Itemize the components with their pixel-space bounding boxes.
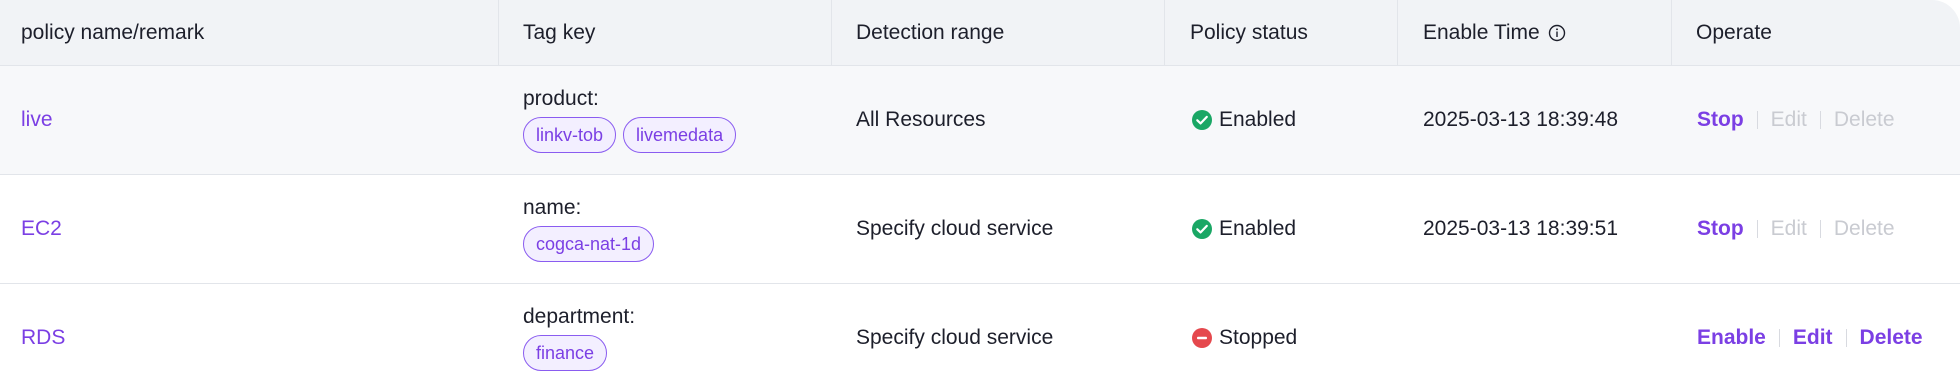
detection-range-cell: Specify cloud service	[856, 217, 1054, 240]
policy-status-cell: Stopped	[1191, 284, 1297, 392]
enable-time-cell: 2025-03-13 18:39:48	[1423, 108, 1618, 131]
operation-links: Stop Edit Delete	[1697, 108, 1895, 132]
header-enable-time: Enable Time	[1423, 0, 1566, 66]
header-policy-name: policy name/remark	[21, 21, 205, 44]
info-icon[interactable]	[1548, 24, 1566, 42]
detection-range-cell: Specify cloud service	[856, 326, 1054, 349]
header-operate: Operate	[1696, 21, 1772, 44]
table-row: RDS department: finance Specify cloud se…	[0, 284, 1960, 392]
tag-chip[interactable]: finance	[523, 335, 608, 371]
status-badge: Enabled	[1191, 217, 1296, 241]
header-detection-range: Detection range	[856, 21, 1005, 44]
op-divider	[1756, 220, 1758, 238]
operate-cell: Stop Edit Delete	[1697, 66, 1895, 174]
header-tag-key: Tag key	[523, 21, 596, 44]
header-divider	[1164, 0, 1165, 66]
policy-name-link[interactable]: RDS	[21, 326, 65, 350]
policy-table: policy name/remark Tag key Detection ran…	[0, 0, 1960, 392]
table-header: policy name/remark Tag key Detection ran…	[0, 0, 1960, 66]
policy-name-link[interactable]: EC2	[21, 217, 62, 241]
op-divider	[1756, 111, 1758, 129]
header-divider	[1671, 0, 1672, 66]
operate-cell: Stop Edit Delete	[1697, 175, 1895, 283]
status-badge: Stopped	[1191, 326, 1297, 350]
status-badge: Enabled	[1191, 108, 1296, 132]
detection-range-cell: All Resources	[856, 108, 986, 131]
op-divider	[1778, 329, 1780, 347]
edit-button[interactable]: Edit	[1771, 217, 1807, 241]
policy-status-cell: Enabled	[1191, 175, 1296, 283]
tag-chip[interactable]: livemedata	[623, 117, 737, 153]
check-circle-icon	[1192, 110, 1212, 130]
enable-time-cell: 2025-03-13 18:39:51	[1423, 217, 1618, 240]
header-divider	[498, 0, 499, 66]
table-row: EC2 name: cogca-nat-1d Specify cloud ser…	[0, 175, 1960, 284]
operation-links: Stop Edit Delete	[1697, 217, 1895, 241]
tag-chip[interactable]: cogca-nat-1d	[523, 226, 655, 262]
table-row: live product: linkv-tob livemedata All R…	[0, 66, 1960, 175]
policy-status-cell: Enabled	[1191, 66, 1296, 174]
enable-button[interactable]: Enable	[1697, 326, 1766, 350]
header-policy-status: Policy status	[1190, 21, 1308, 44]
check-circle-icon	[1192, 219, 1212, 239]
op-divider	[1819, 111, 1821, 129]
tag-key-label: name:	[523, 196, 582, 219]
policy-name-cell: EC2	[21, 175, 62, 283]
tag-key-label: department:	[523, 305, 636, 328]
delete-button[interactable]: Delete	[1860, 326, 1923, 350]
tag-key-cell: product: linkv-tob livemedata	[523, 66, 737, 174]
delete-button[interactable]: Delete	[1834, 217, 1895, 241]
tag-chip-group: linkv-tob livemedata	[523, 117, 737, 153]
tag-key-label: product:	[523, 87, 599, 110]
op-divider	[1819, 220, 1821, 238]
operation-links: Enable Edit Delete	[1697, 326, 1923, 350]
tag-key-cell: department: finance	[523, 284, 635, 392]
edit-button[interactable]: Edit	[1771, 108, 1807, 132]
stop-button[interactable]: Stop	[1697, 217, 1744, 241]
policy-name-cell: RDS	[21, 284, 65, 392]
header-divider	[831, 0, 832, 66]
stop-button[interactable]: Stop	[1697, 108, 1744, 132]
tag-chip-group: cogca-nat-1d	[523, 226, 655, 262]
policy-name-cell: live	[21, 66, 53, 174]
tag-chip[interactable]: linkv-tob	[523, 117, 617, 153]
tag-chip-group: finance	[523, 335, 608, 371]
policy-name-link[interactable]: live	[21, 108, 53, 132]
tag-key-cell: name: cogca-nat-1d	[523, 175, 655, 283]
edit-button[interactable]: Edit	[1793, 326, 1833, 350]
op-divider	[1845, 329, 1847, 347]
delete-button[interactable]: Delete	[1834, 108, 1895, 132]
minus-circle-icon	[1192, 328, 1212, 348]
header-divider	[1397, 0, 1398, 66]
operate-cell: Enable Edit Delete	[1697, 284, 1923, 392]
